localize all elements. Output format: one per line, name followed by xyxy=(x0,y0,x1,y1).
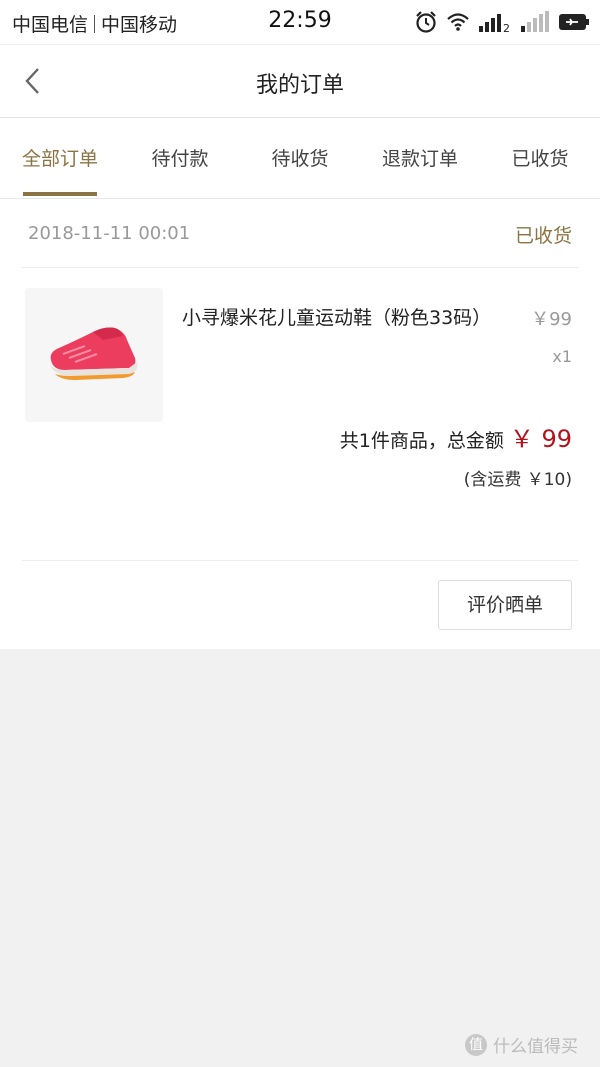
watermark-text: 什么值得买 xyxy=(493,1037,578,1057)
signal-icon-sim2 xyxy=(521,11,549,32)
total-amount: ￥ 99 xyxy=(509,425,572,453)
battery-icon xyxy=(559,14,589,30)
product-name[interactable]: 小寻爆米花儿童运动鞋（粉色33码） xyxy=(182,303,507,333)
watermark-logo-icon: 值 xyxy=(465,1033,487,1056)
sneaker-image xyxy=(25,288,163,422)
status-bar: 中国电信 中国移动 22:59 2 xyxy=(0,0,600,45)
product-image[interactable] xyxy=(25,288,163,422)
page-title: 我的订单 xyxy=(255,73,344,98)
review-button[interactable]: 评价晒单 xyxy=(438,580,572,630)
active-tab-indicator xyxy=(23,192,97,196)
product-price: ￥99 xyxy=(531,309,572,330)
tab-refund-orders[interactable]: 退款订单 xyxy=(360,144,480,171)
order-date: 2018-11-11 00:01 xyxy=(28,223,191,244)
order-total: 共1件商品，总金额 ￥ 99 xyxy=(340,419,572,454)
status-icons: 2 xyxy=(414,9,590,35)
product-quantity: x1 xyxy=(552,347,572,366)
order-status: 已收货 xyxy=(514,225,572,247)
order-summary-label: 共1件商品，总金额 xyxy=(339,430,504,452)
tab-received[interactable]: 已收货 xyxy=(480,144,600,171)
nav-bar: 我的订单 xyxy=(0,45,600,118)
divider xyxy=(22,267,578,268)
order-tabs: 全部订单 待付款 待收货 退款订单 已收货 xyxy=(0,118,600,199)
divider xyxy=(22,560,578,561)
watermark: 值 什么值得买 xyxy=(465,1032,578,1057)
tab-pending-receipt[interactable]: 待收货 xyxy=(240,144,360,171)
wifi-icon xyxy=(447,13,469,31)
tab-all-orders[interactable]: 全部订单 xyxy=(0,144,120,171)
tab-pending-payment[interactable]: 待付款 xyxy=(120,144,240,171)
order-card[interactable]: 2018-11-11 00:01 已收货 小寻爆米花儿童运动鞋（粉色33码） ￥… xyxy=(0,199,600,649)
alarm-icon xyxy=(416,11,436,33)
svg-text:2: 2 xyxy=(503,22,510,33)
signal-icon-sim1: 2 xyxy=(479,14,510,33)
shipping-note: (含运费 ￥10) xyxy=(463,470,572,490)
